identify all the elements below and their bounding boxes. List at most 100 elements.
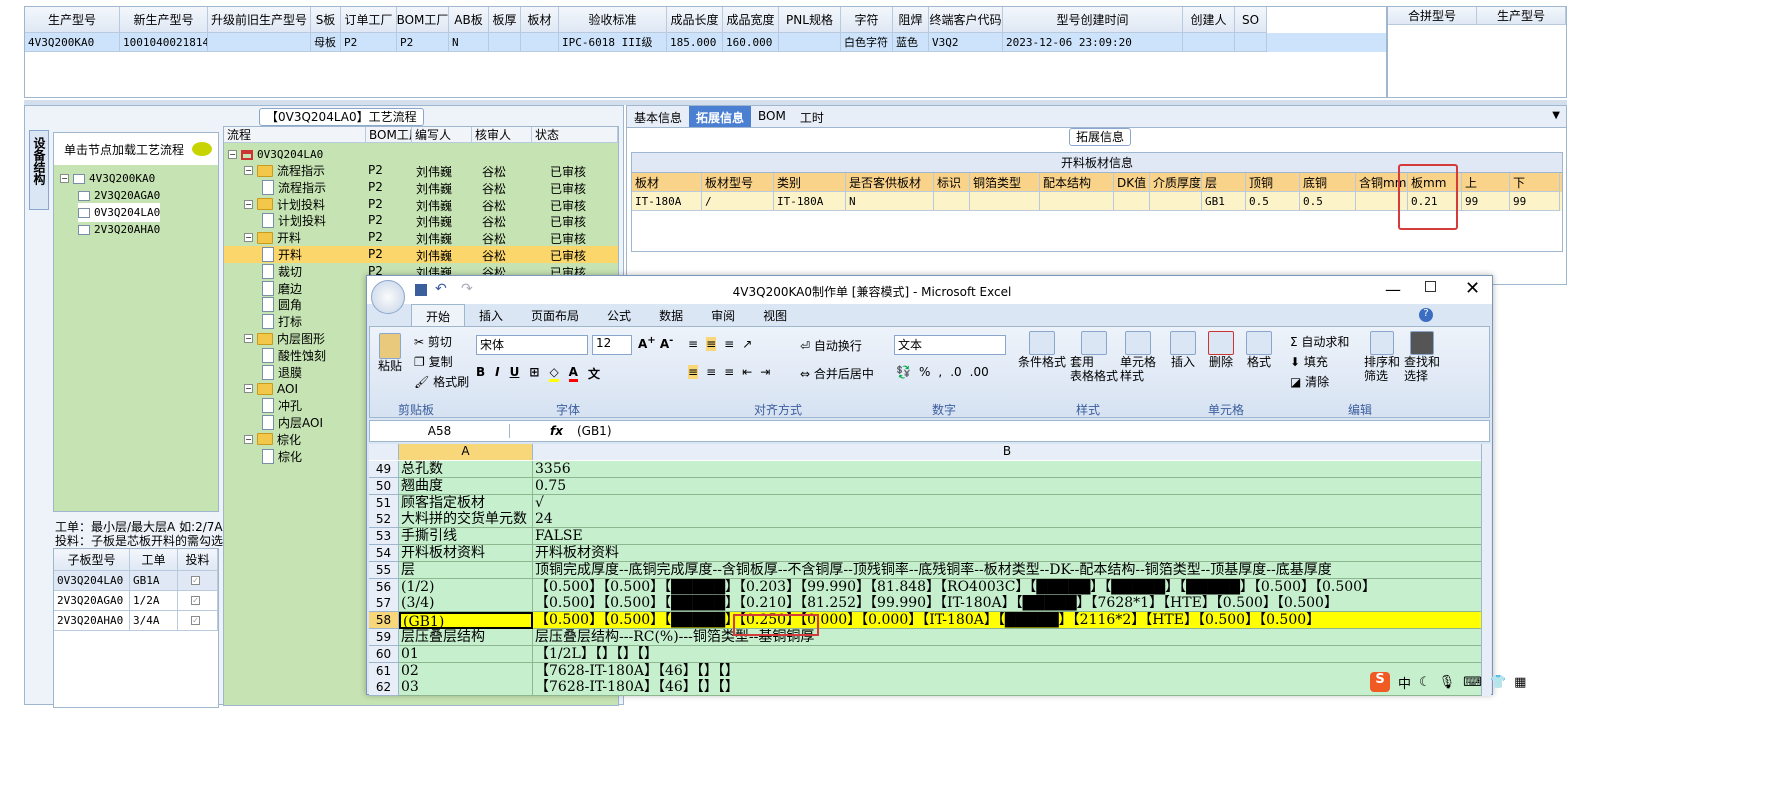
table-cell[interactable] xyxy=(1040,192,1114,211)
insert-button[interactable]: 插入 xyxy=(1170,331,1196,369)
col-header[interactable]: BOM工厂 xyxy=(366,127,412,143)
cell-a[interactable]: 开料板材资料 xyxy=(399,545,533,562)
sheet-row[interactable]: 62 03 【7628-IT-180A】【46】【】【】 xyxy=(369,679,1481,696)
find-select-button[interactable]: 查找和 选择 xyxy=(1404,331,1440,383)
sheet-row[interactable]: 53 手撕引线 FALSE xyxy=(369,528,1481,546)
col-header[interactable]: 工单 xyxy=(130,549,178,571)
sheet-row[interactable]: 61 02 【7628-IT-180A】【46】【】【】 xyxy=(369,662,1481,680)
name-box[interactable]: A58 xyxy=(370,424,510,438)
col-header[interactable]: 成品宽度 xyxy=(723,7,779,33)
table-cell[interactable]: N xyxy=(846,192,934,211)
sheet-row[interactable]: 59 层压叠层结构 层压叠层结构---RC(%)---铜箔类型--基铜铜厚 xyxy=(369,629,1481,646)
col-header[interactable]: 下 xyxy=(1510,173,1560,192)
col-header[interactable]: 投料 xyxy=(178,549,218,571)
col-header[interactable]: 创建人 xyxy=(1183,7,1235,33)
cell-b[interactable]: 3356 xyxy=(533,461,1481,478)
col-header[interactable]: 类别 xyxy=(774,173,846,192)
cell-styles-button[interactable]: 单元格 样式 xyxy=(1120,331,1156,383)
toolbox-icon[interactable]: ▦ xyxy=(1514,675,1526,690)
table-cell[interactable]: 白色字符 xyxy=(841,33,893,52)
close-icon[interactable]: ✕ xyxy=(1465,278,1480,299)
cell-a[interactable]: 01 xyxy=(399,645,533,663)
cell-b[interactable]: 24 xyxy=(533,511,1481,529)
checkbox-icon[interactable]: ✓ xyxy=(191,616,200,625)
fx-icon[interactable]: fx xyxy=(550,424,563,438)
col-header[interactable]: 铜箔类型 xyxy=(970,173,1040,192)
currency-icon[interactable]: 💱 xyxy=(896,365,911,379)
cell-b[interactable]: FALSE xyxy=(533,528,1481,546)
orientation-icon[interactable]: ↗ xyxy=(742,337,752,351)
table-cell[interactable] xyxy=(1150,192,1202,211)
sheet-row[interactable]: 49 总孔数 3356 xyxy=(369,461,1481,478)
side-tab[interactable]: 设备结构 xyxy=(29,130,49,210)
font-size-select[interactable]: 12 xyxy=(592,335,632,355)
cell-b[interactable]: 0.75 xyxy=(533,477,1481,495)
cell-b[interactable]: 【7628-IT-180A】【46】【】【】 xyxy=(533,662,1481,680)
flow-row[interactable]: − 流程指示 P2 刘伟巍 谷松 已审核 xyxy=(224,162,618,179)
ribbon-tab[interactable]: 页面布局 xyxy=(517,304,593,326)
col-header[interactable]: 升级前旧生产型号 xyxy=(208,7,311,33)
collapse-icon[interactable]: − xyxy=(244,384,253,394)
col-header[interactable]: PNL规格 xyxy=(779,7,841,33)
col-header[interactable]: 字符 xyxy=(841,7,893,33)
bold-icon[interactable]: B xyxy=(476,365,485,382)
table-cell[interactable] xyxy=(208,33,311,52)
flow-row[interactable]: − 计划投料 P2 刘伟巍 谷松 已审核 xyxy=(224,196,618,213)
cell-a[interactable]: 总孔数 xyxy=(399,461,533,478)
col-header[interactable]: 板材 xyxy=(632,173,702,192)
table-cell[interactable] xyxy=(521,33,559,52)
collapse-icon[interactable]: − xyxy=(244,233,253,243)
sogou-icon[interactable]: S xyxy=(1370,672,1390,692)
col-header[interactable]: 生产型号 xyxy=(1477,7,1566,25)
col-header[interactable]: 是否客供板材 xyxy=(846,173,934,192)
font-color-icon[interactable]: A xyxy=(568,365,578,382)
tab-2[interactable]: BOM xyxy=(751,106,793,127)
collapse-icon[interactable]: − xyxy=(228,150,237,159)
table-cell[interactable]: / xyxy=(702,192,774,211)
col-header[interactable]: 底铜 xyxy=(1300,173,1356,192)
autosum-button[interactable]: Σ 自动求和 xyxy=(1290,333,1349,350)
ribbon-tab[interactable]: 审阅 xyxy=(697,304,749,326)
col-header[interactable]: BOM工厂 xyxy=(397,7,449,33)
cell-a[interactable]: 层 xyxy=(399,561,533,579)
tree-node[interactable]: 2V3Q20AHA0 xyxy=(78,220,160,239)
col-header[interactable]: 编写人 xyxy=(412,127,472,143)
flow-row[interactable]: 开料 P2 刘伟巍 谷松 已审核 xyxy=(224,246,618,263)
sheet-row[interactable]: 57 (3/4) 【0.500】【0.500】【█████】【0.210】【81.2… xyxy=(369,595,1481,613)
col-header[interactable]: 验收标准 xyxy=(559,7,667,33)
table-cell[interactable]: 185.000 xyxy=(667,33,723,52)
sheet-row[interactable]: 56 (1/2) 【0.500】【0.500】【█████】【0.203】【99.9… xyxy=(369,578,1481,596)
col-header[interactable]: SO xyxy=(1235,7,1267,33)
ime-mode[interactable]: 中 xyxy=(1398,673,1411,692)
table-cell[interactable]: GB1 xyxy=(1202,192,1246,211)
tab-0[interactable]: 基本信息 xyxy=(627,106,689,127)
align-middle-icon[interactable]: ≡ xyxy=(706,337,717,351)
table-cell[interactable]: 0.5 xyxy=(1246,192,1300,211)
checkbox-icon[interactable]: ✓ xyxy=(191,576,200,585)
cell-a[interactable]: 03 xyxy=(399,679,533,696)
collapse-icon[interactable]: − xyxy=(244,199,253,209)
col-header[interactable]: 型号创建时间 xyxy=(1003,7,1183,33)
col-header[interactable]: 板厚 xyxy=(489,7,521,33)
decrease-decimal-icon[interactable]: .00 xyxy=(970,365,989,379)
increase-decimal-icon[interactable]: .0 xyxy=(950,365,961,379)
border-icon[interactable]: ⊞ xyxy=(529,365,539,382)
comma-icon[interactable]: , xyxy=(938,365,942,379)
delete-button[interactable]: 删除 xyxy=(1208,331,1234,369)
col-header[interactable]: 板材型号 xyxy=(702,173,774,192)
table-cell[interactable]: P2 xyxy=(397,33,449,52)
number-format-select[interactable]: 文本 xyxy=(894,335,1006,355)
table-cell[interactable] xyxy=(489,33,521,52)
cell-b[interactable]: 顶铜完成厚度--底铜完成厚度--含铜板厚--不含铜厚--顶残铜率--底残铜率--… xyxy=(533,561,1481,579)
office-button[interactable] xyxy=(371,280,405,314)
ribbon-tab[interactable]: 公式 xyxy=(593,304,645,326)
col-header[interactable]: 上 xyxy=(1462,173,1510,192)
table-cell[interactable]: IT-180A xyxy=(632,192,702,211)
cell-a[interactable]: 大料拼的交货单元数 xyxy=(399,511,533,529)
collapse-icon[interactable]: − xyxy=(244,434,253,444)
col-header[interactable]: S板 xyxy=(311,7,341,33)
col-header[interactable]: 生产型号 xyxy=(25,7,120,33)
phonetic-icon[interactable]: 文 xyxy=(588,365,600,382)
col-header[interactable]: 合拼型号 xyxy=(1388,7,1477,25)
ribbon-tab[interactable]: 视图 xyxy=(749,304,801,326)
